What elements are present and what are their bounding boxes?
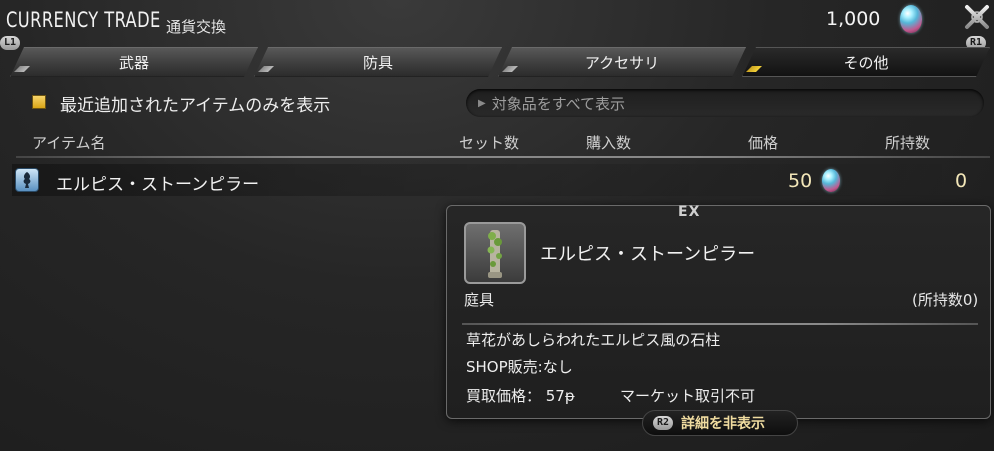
item-name: エルピス・ストーンピラー (56, 175, 260, 195)
gem-icon (900, 5, 922, 33)
tab-armor[interactable]: 防具 (254, 47, 502, 77)
window-title: CURRENCY TRADE (6, 8, 161, 32)
item-icon (464, 222, 526, 284)
gem-icon (822, 169, 840, 192)
furnishing-category-icon (15, 168, 39, 192)
item-owned-count: 0 (955, 170, 968, 192)
column-header-set: セット数 (459, 134, 520, 152)
show-all-button[interactable]: ▶ 対象品をすべて表示 (466, 89, 984, 117)
tab-label: 防具 (362, 53, 393, 72)
r2-button-badge: R2 (653, 416, 674, 430)
market-status: マーケット取引不可 (620, 387, 756, 405)
hide-details-label: 詳細を非表示 (681, 416, 766, 432)
tab-notch-icon (502, 66, 518, 72)
tab-notch-icon (258, 66, 274, 72)
l1-button-badge: L1 (0, 36, 21, 50)
sell-price: 買取価格： 57ᵽ (466, 387, 575, 405)
show-all-label: 対象品をすべて表示 (491, 94, 626, 113)
tab-label: アクセサリ (584, 53, 660, 72)
column-header-price: 価格 (748, 134, 779, 152)
window-subtitle: 通貨交換 (166, 18, 227, 36)
tooltip-divider (462, 323, 978, 325)
hide-details-button[interactable]: R2 詳細を非表示 (642, 410, 798, 436)
currency-amount: 1,000 (826, 8, 881, 30)
tab-weapons[interactable]: 武器 (10, 47, 258, 77)
item-description: 草花があしらわれたエルピス風の石柱 (466, 331, 721, 349)
column-header-buy: 購入数 (586, 134, 632, 152)
tab-label: その他 (843, 53, 889, 72)
column-header-item: アイテム名 (32, 134, 106, 152)
item-price: 50 (788, 170, 813, 192)
recent-items-label[interactable]: 最近追加されたアイテムのみを表示 (60, 91, 330, 116)
stone-pillar-icon (487, 230, 502, 278)
column-header-owned: 所持数 (885, 134, 931, 152)
item-category: 庭具 (464, 291, 495, 309)
tab-other[interactable]: その他 (742, 47, 990, 77)
recent-items-checkbox[interactable] (32, 95, 46, 109)
pillar-silhouette-icon (23, 172, 31, 188)
play-arrow-icon: ▶ (478, 97, 486, 109)
tab-accessories[interactable]: アクセサリ (498, 47, 746, 77)
tab-notch-icon (746, 66, 762, 72)
header-divider (16, 156, 990, 158)
expansion-tag: EX (678, 204, 701, 220)
tab-label: 武器 (118, 53, 149, 72)
tooltip-item-name: エルピス・ストーンピラー (540, 244, 756, 265)
tab-notch-icon (14, 66, 30, 72)
close-icon (965, 5, 989, 29)
close-button[interactable] (962, 2, 992, 32)
shop-sale-info: SHOP販売:なし (466, 358, 573, 376)
tooltip-owned-count: (所持数0) (912, 291, 979, 309)
